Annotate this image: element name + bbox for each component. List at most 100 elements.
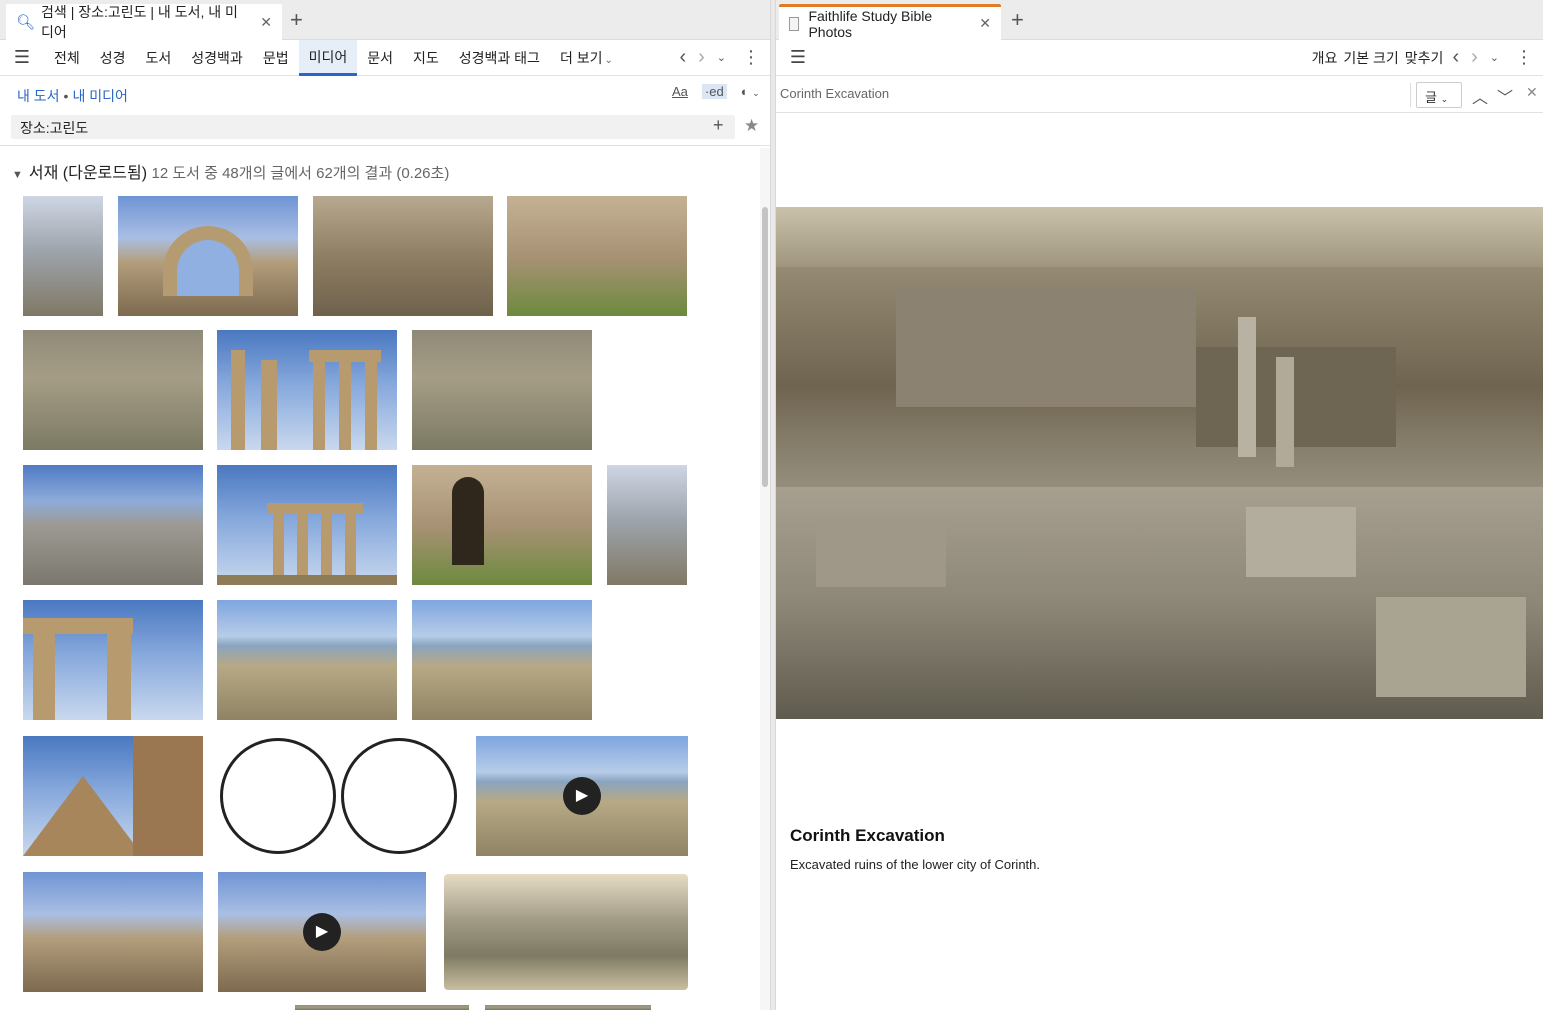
play-icon[interactable]: ▶ — [303, 913, 341, 951]
find-input[interactable]: Corinth Excavation — [780, 86, 889, 101]
new-tab-button[interactable]: + — [1011, 7, 1024, 33]
kebab-icon[interactable]: ⋮ — [732, 47, 770, 68]
pyramid-shape — [23, 776, 143, 856]
divider — [0, 145, 770, 146]
overview-button[interactable]: 개요 — [1309, 48, 1341, 68]
media-thumbnail[interactable] — [412, 330, 592, 450]
history-dropdown-icon[interactable]: ⌄ — [711, 51, 732, 64]
tab-bible[interactable]: 성경 — [90, 40, 136, 76]
stone-wall — [896, 287, 1196, 407]
breadcrumb-my-media[interactable]: 내 미디어 — [72, 88, 127, 104]
menu-icon[interactable]: ☰ — [776, 47, 820, 68]
search-toolbar: ☰ 전체 성경 도서 성경백과 문법 미디어 문서 지도 성경백과 태그 더 보… — [0, 39, 770, 76]
column-shape — [297, 513, 308, 579]
close-icon[interactable]: ✕ — [260, 14, 272, 31]
rock-shape — [133, 736, 203, 856]
tab-all[interactable]: 전체 — [44, 40, 90, 76]
media-thumbnail[interactable] — [412, 600, 592, 720]
media-thumbnail[interactable] — [217, 330, 397, 450]
chevron-down-icon: ▼ — [12, 169, 23, 181]
media-thumbnail[interactable] — [412, 465, 592, 585]
chevron-down-icon[interactable]: ﹀ — [1497, 84, 1513, 108]
column-shape — [313, 362, 325, 450]
media-thumbnail[interactable] — [507, 196, 687, 316]
chevron-left-icon[interactable]: ‹ — [673, 46, 692, 69]
column-shape — [1276, 357, 1294, 467]
stone-block — [1246, 507, 1356, 577]
tab-documents[interactable]: 문서 — [357, 40, 403, 76]
search-pane: 🔍︎ 검색 | 장소:고린도 | 내 도서, 내 미디어 ✕ + ☰ 전체 성경… — [0, 0, 771, 1010]
media-thumbnail[interactable] — [23, 872, 203, 992]
arcade — [1196, 347, 1396, 447]
chevron-right-icon[interactable]: › — [692, 46, 711, 69]
media-thumbnail[interactable] — [217, 465, 397, 585]
fit-button[interactable]: 맞추기 — [1402, 48, 1447, 68]
menu-icon[interactable]: ☰ — [0, 47, 44, 68]
chevron-up-icon[interactable]: ︿ — [1472, 84, 1488, 108]
photo-image[interactable] — [776, 207, 1543, 719]
media-thumbnail[interactable]: ▶ — [218, 872, 426, 992]
column-shape — [267, 503, 363, 513]
media-thumbnail[interactable] — [23, 330, 203, 450]
results-summary: 12 도서 중 48개의 글에서 62개의 결과 (0.26초) — [151, 165, 450, 182]
breadcrumb-separator: • — [63, 88, 69, 104]
media-thumbnail[interactable] — [607, 465, 687, 585]
visual-filter-icon[interactable]: ◐ ⌄ — [741, 84, 760, 99]
coin-obverse — [220, 738, 336, 854]
new-tab-button[interactable]: + — [290, 7, 303, 33]
kebab-icon[interactable]: ⋮ — [1505, 47, 1543, 68]
media-thumbnail[interactable] — [23, 196, 103, 316]
column-shape — [231, 350, 245, 450]
media-thumbnail[interactable] — [118, 196, 298, 316]
media-thumbnail[interactable] — [23, 600, 203, 720]
column-shape — [339, 362, 351, 450]
tab-media[interactable]: 미디어 — [298, 39, 358, 76]
photos-tab-title: Faithlife Study Bible Photos — [808, 7, 933, 40]
play-icon[interactable]: ▶ — [563, 777, 601, 815]
ground-shape — [217, 575, 397, 585]
column-shape — [365, 362, 377, 450]
media-thumbnail[interactable] — [295, 1005, 469, 1010]
star-icon[interactable]: ★ — [744, 116, 759, 136]
close-icon[interactable]: ✕ — [979, 15, 991, 32]
column-shape — [23, 618, 133, 634]
tab-maps[interactable]: 지도 — [403, 40, 449, 76]
photo-title: Corinth Excavation — [790, 826, 945, 845]
media-thumbnail[interactable] — [444, 874, 688, 990]
breadcrumb-my-books[interactable]: 내 도서 — [17, 88, 60, 104]
tab-more[interactable]: 더 보기 ⌄ — [550, 40, 615, 76]
column-shape — [273, 513, 284, 579]
default-size-button[interactable]: 기본 크기 — [1340, 48, 1401, 68]
column-shape — [33, 634, 55, 720]
tab-encyclopedia-tags[interactable]: 성경백과 태그 — [449, 40, 550, 76]
media-thumbnail[interactable] — [217, 600, 397, 720]
close-icon[interactable]: ✕ — [1526, 84, 1538, 101]
find-scope-select[interactable]: 글 ⌄ — [1416, 82, 1462, 108]
results-heading[interactable]: ▼ 서재 (다운로드됨) 12 도서 중 48개의 글에서 62개의 결과 (0.… — [12, 159, 449, 183]
media-thumbnail[interactable] — [485, 1005, 651, 1010]
scrollbar-thumb[interactable] — [762, 207, 768, 487]
media-thumbnail[interactable] — [217, 736, 460, 856]
tab-encyclopedia[interactable]: 성경백과 — [181, 40, 253, 76]
tab-grammar[interactable]: 문법 — [253, 40, 299, 76]
column-shape — [107, 634, 131, 720]
stone-block — [816, 527, 946, 587]
view-tools: Aa ·ed ◐ ⌄ — [672, 84, 760, 99]
plus-icon[interactable]: + — [713, 115, 724, 136]
media-thumbnail[interactable] — [23, 736, 203, 856]
font-size-icon[interactable]: Aa — [672, 84, 688, 99]
breadcrumb: 내 도서 • 내 미디어 — [17, 86, 128, 106]
media-thumbnail[interactable]: ▶ — [476, 736, 688, 856]
arch-shape — [163, 226, 253, 296]
inflection-icon[interactable]: ·ed — [701, 84, 727, 99]
media-thumbnail[interactable] — [313, 196, 493, 316]
chevron-left-icon[interactable]: ‹ — [1446, 46, 1465, 69]
column-shape — [261, 360, 277, 450]
tab-books[interactable]: 도서 — [136, 40, 182, 76]
chevron-right-icon[interactable]: › — [1465, 46, 1484, 69]
history-dropdown-icon[interactable]: ⌄ — [1484, 51, 1505, 64]
photos-tab[interactable]: Faithlife Study Bible Photos ✕ — [779, 4, 1001, 40]
search-input[interactable]: 장소:고린도 — [11, 115, 735, 139]
search-tab[interactable]: 🔍︎ 검색 | 장소:고린도 | 내 도서, 내 미디어 ✕ — [6, 4, 282, 40]
media-thumbnail[interactable] — [23, 465, 203, 585]
